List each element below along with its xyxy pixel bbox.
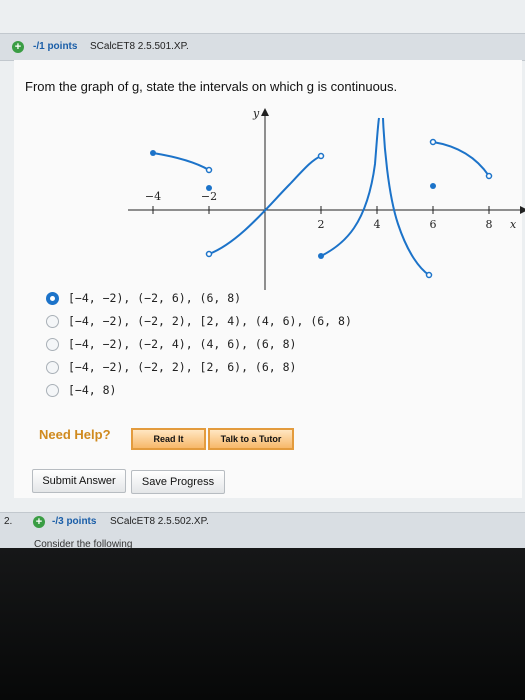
- closed-endpoint: [318, 253, 324, 259]
- tick-label: −2: [201, 190, 217, 203]
- open-endpoint: [485, 172, 493, 180]
- radio-button[interactable]: [46, 361, 59, 374]
- radio-button[interactable]: [46, 338, 59, 351]
- radio-button[interactable]: [46, 384, 59, 397]
- open-endpoint: [205, 166, 213, 174]
- question-source: SCalcET8 2.5.501.XP.: [90, 41, 189, 52]
- read-it-button[interactable]: Read It: [131, 428, 206, 450]
- tick-label: 2: [318, 218, 325, 231]
- plus-icon[interactable]: +: [12, 41, 24, 53]
- curve-segment: [320, 117, 380, 257]
- question-prompt: From the graph of g, state the intervals…: [25, 79, 398, 94]
- tick-label: 6: [430, 218, 437, 231]
- open-endpoint: [425, 271, 433, 279]
- radio-button[interactable]: [46, 315, 59, 328]
- open-endpoint: [429, 138, 437, 146]
- monitor-bezel: [0, 548, 525, 700]
- y-axis-label: y: [252, 107, 260, 120]
- next-question-points: -/3 points: [52, 516, 97, 527]
- tick-label: 4: [374, 218, 381, 231]
- choice-label: [−4, −2), (−2, 2), [2, 4), (4, 6), (6, 8…: [68, 314, 352, 328]
- choice-label: [−4, −2), (−2, 6), (6, 8): [68, 291, 242, 305]
- closed-endpoint: [150, 150, 156, 156]
- x-axis-label: x: [510, 218, 517, 231]
- radio-button-selected[interactable]: [46, 292, 59, 305]
- plus-icon[interactable]: +: [33, 516, 45, 528]
- curve-segment: [432, 141, 490, 177]
- y-axis-arrow: [261, 108, 269, 116]
- next-question-text: Consider the following: [34, 539, 133, 548]
- question-points: -/1 points: [33, 41, 78, 52]
- open-endpoint: [317, 152, 325, 160]
- choice-label: [−4, −2), (−2, 2), [2, 6), (6, 8): [68, 360, 297, 374]
- isolated-point: [430, 183, 436, 189]
- save-progress-button[interactable]: Save Progress: [131, 470, 225, 494]
- next-question-header: 2. + -/3 points SCalcET8 2.5.502.XP. Con…: [0, 512, 525, 548]
- screen: + -/1 points SCalcET8 2.5.501.XP. From t…: [0, 0, 525, 548]
- tick-label: −4: [145, 190, 161, 203]
- curve-segment: [152, 152, 210, 171]
- function-graph: y x −4 −2 2 4 6 8: [128, 107, 525, 290]
- submit-answer-button[interactable]: Submit Answer: [32, 469, 126, 493]
- curve-segment: [382, 117, 430, 276]
- next-question-number: 2.: [4, 516, 13, 527]
- talk-to-tutor-button[interactable]: Talk to a Tutor: [208, 428, 294, 450]
- isolated-point: [206, 185, 212, 191]
- choice-label: [−4, −2), (−2, 4), (4, 6), (6, 8): [68, 337, 297, 351]
- question-header: + -/1 points SCalcET8 2.5.501.XP.: [0, 33, 525, 61]
- open-endpoint: [205, 250, 213, 258]
- need-help-label: Need Help?: [39, 427, 111, 442]
- tick-label: 8: [486, 218, 493, 231]
- next-question-source: SCalcET8 2.5.502.XP.: [110, 516, 209, 527]
- choice-label: [−4, 8): [68, 383, 117, 397]
- x-axis-arrow: [520, 206, 525, 214]
